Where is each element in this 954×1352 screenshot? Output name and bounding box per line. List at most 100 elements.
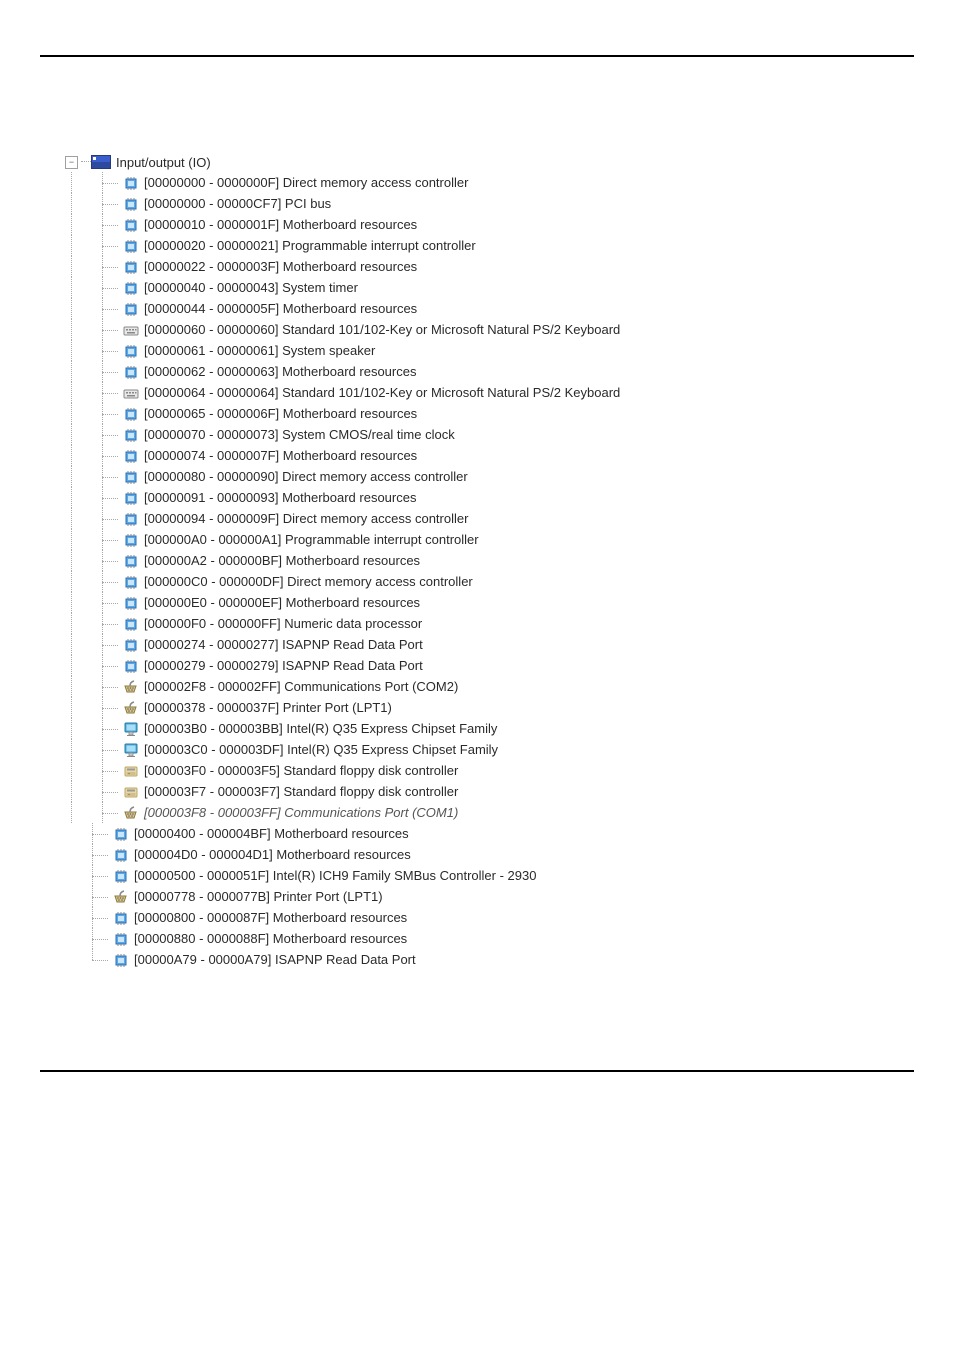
chip-icon	[123, 427, 139, 443]
tree-item[interactable]: [00000064 - 00000064] Standard 101/102-K…	[65, 382, 914, 403]
tree-item-label: [00000274 - 00000277] ISAPNP Read Data P…	[144, 637, 423, 652]
floppy-icon	[123, 784, 139, 800]
chip-icon	[123, 343, 139, 359]
chip-icon	[123, 616, 139, 632]
port-icon	[123, 700, 139, 716]
floppy-icon	[123, 763, 139, 779]
tree-item-label: [00000279 - 00000279] ISAPNP Read Data P…	[144, 658, 423, 673]
tree-item[interactable]: [000000C0 - 000000DF] Direct memory acce…	[65, 571, 914, 592]
chip-icon	[123, 364, 139, 380]
tree-item[interactable]: [00000022 - 0000003F] Motherboard resour…	[65, 256, 914, 277]
tree-item-label: [000002F8 - 000002FF] Communications Por…	[144, 679, 458, 694]
tree-item[interactable]: [00000000 - 0000000F] Direct memory acce…	[65, 172, 914, 193]
chip-icon	[123, 217, 139, 233]
tree-item-label: [00000080 - 00000090] Direct memory acce…	[144, 469, 468, 484]
collapse-icon[interactable]: −	[65, 156, 78, 169]
chip-icon	[123, 532, 139, 548]
chip-icon	[123, 238, 139, 254]
tree-item[interactable]: [00000500 - 0000051F] Intel(R) ICH9 Fami…	[65, 865, 914, 886]
tree-item-label: [000003B0 - 000003BB] Intel(R) Q35 Expre…	[144, 721, 497, 736]
tree-item[interactable]: [000002F8 - 000002FF] Communications Por…	[65, 676, 914, 697]
port-icon	[123, 805, 139, 821]
tree-item[interactable]: [000000A2 - 000000BF] Motherboard resour…	[65, 550, 914, 571]
tree-item-label: [000004D0 - 000004D1] Motherboard resour…	[134, 847, 411, 862]
tree-root-io[interactable]: − Input/output (IO)	[65, 152, 914, 172]
tree-item[interactable]: [00000A79 - 00000A79] ISAPNP Read Data P…	[65, 949, 914, 970]
tree-item[interactable]: [00000778 - 0000077B] Printer Port (LPT1…	[65, 886, 914, 907]
tree-item-label: [00000400 - 000004BF] Motherboard resour…	[134, 826, 409, 841]
tree-item[interactable]: [00000880 - 0000088F] Motherboard resour…	[65, 928, 914, 949]
tree-item[interactable]: [00000070 - 00000073] System CMOS/real t…	[65, 424, 914, 445]
chip-icon	[113, 910, 129, 926]
tree-item-label: [00000040 - 00000043] System timer	[144, 280, 358, 295]
tree-item-label: [00000800 - 0000087F] Motherboard resour…	[134, 910, 407, 925]
chip-icon	[123, 595, 139, 611]
chip-icon	[123, 196, 139, 212]
tree-item-label: [00000778 - 0000077B] Printer Port (LPT1…	[134, 889, 383, 904]
tree-item[interactable]: [000003C0 - 000003DF] Intel(R) Q35 Expre…	[65, 739, 914, 760]
tree-item[interactable]: [000003B0 - 000003BB] Intel(R) Q35 Expre…	[65, 718, 914, 739]
tree-item[interactable]: [00000010 - 0000001F] Motherboard resour…	[65, 214, 914, 235]
chip-icon	[123, 259, 139, 275]
chip-icon	[123, 406, 139, 422]
tree-item-label: [00000064 - 00000064] Standard 101/102-K…	[144, 385, 620, 400]
keyboard-icon	[123, 322, 139, 338]
tree-item-label: [000003F0 - 000003F5] Standard floppy di…	[144, 763, 458, 778]
tree-item[interactable]: [00000274 - 00000277] ISAPNP Read Data P…	[65, 634, 914, 655]
tree-item-label: [00000378 - 0000037F] Printer Port (LPT1…	[144, 700, 392, 715]
port-icon	[123, 679, 139, 695]
tree-item-label: [00000060 - 00000060] Standard 101/102-K…	[144, 322, 620, 337]
chip-icon	[123, 574, 139, 590]
tree-item-label: [00000070 - 00000073] System CMOS/real t…	[144, 427, 455, 442]
tree-item[interactable]: [00000040 - 00000043] System timer	[65, 277, 914, 298]
tree-item[interactable]: [00000400 - 000004BF] Motherboard resour…	[65, 823, 914, 844]
tree-item[interactable]: [00000378 - 0000037F] Printer Port (LPT1…	[65, 697, 914, 718]
chip-icon	[123, 511, 139, 527]
tree-item-label: [000000C0 - 000000DF] Direct memory acce…	[144, 574, 473, 589]
chip-icon	[123, 490, 139, 506]
tree-item-label: [00000A79 - 00000A79] ISAPNP Read Data P…	[134, 952, 416, 967]
display-icon	[123, 742, 139, 758]
chip-icon	[113, 868, 129, 884]
port-icon	[113, 889, 129, 905]
tree-item-label: [00000091 - 00000093] Motherboard resour…	[144, 490, 416, 505]
tree-item-label: [00000010 - 0000001F] Motherboard resour…	[144, 217, 417, 232]
tree-item[interactable]: [00000074 - 0000007F] Motherboard resour…	[65, 445, 914, 466]
chip-icon	[113, 952, 129, 968]
tree-item-label: [00000020 - 00000021] Programmable inter…	[144, 238, 476, 253]
tree-item[interactable]: [00000800 - 0000087F] Motherboard resour…	[65, 907, 914, 928]
chip-icon	[123, 280, 139, 296]
tree-item[interactable]: [000000E0 - 000000EF] Motherboard resour…	[65, 592, 914, 613]
chip-icon	[123, 469, 139, 485]
tree-item[interactable]: [00000062 - 00000063] Motherboard resour…	[65, 361, 914, 382]
tree-item[interactable]: [000000F0 - 000000FF] Numeric data proce…	[65, 613, 914, 634]
tree-item[interactable]: [00000279 - 00000279] ISAPNP Read Data P…	[65, 655, 914, 676]
tree-item-label: [00000061 - 00000061] System speaker	[144, 343, 375, 358]
tree-item[interactable]: [00000020 - 00000021] Programmable inter…	[65, 235, 914, 256]
tree-item-label: [00000022 - 0000003F] Motherboard resour…	[144, 259, 417, 274]
tree-item[interactable]: [00000060 - 00000060] Standard 101/102-K…	[65, 319, 914, 340]
tree-item[interactable]: [00000044 - 0000005F] Motherboard resour…	[65, 298, 914, 319]
device-resource-tree: − Input/output (IO) [00000000 - 0000000F…	[65, 152, 914, 970]
tree-item-label: [000003F7 - 000003F7] Standard floppy di…	[144, 784, 458, 799]
tree-item[interactable]: [000003F8 - 000003FF] Communications Por…	[65, 802, 914, 823]
tree-item-label: [00000000 - 00000CF7] PCI bus	[144, 196, 331, 211]
tree-item[interactable]: [00000080 - 00000090] Direct memory acce…	[65, 466, 914, 487]
tree-item[interactable]: [000003F7 - 000003F7] Standard floppy di…	[65, 781, 914, 802]
chip-icon	[113, 847, 129, 863]
io-category-icon	[91, 155, 111, 169]
tree-item[interactable]: [000003F0 - 000003F5] Standard floppy di…	[65, 760, 914, 781]
tree-item[interactable]: [000000A0 - 000000A1] Programmable inter…	[65, 529, 914, 550]
tree-item-label: [000000F0 - 000000FF] Numeric data proce…	[144, 616, 422, 631]
tree-item-label: [000000E0 - 000000EF] Motherboard resour…	[144, 595, 420, 610]
tree-item-label: [00000044 - 0000005F] Motherboard resour…	[144, 301, 417, 316]
chip-icon	[113, 931, 129, 947]
display-icon	[123, 721, 139, 737]
tree-item[interactable]: [00000091 - 00000093] Motherboard resour…	[65, 487, 914, 508]
chip-icon	[113, 826, 129, 842]
tree-item[interactable]: [00000065 - 0000006F] Motherboard resour…	[65, 403, 914, 424]
tree-item[interactable]: [00000094 - 0000009F] Direct memory acce…	[65, 508, 914, 529]
tree-item[interactable]: [000004D0 - 000004D1] Motherboard resour…	[65, 844, 914, 865]
tree-item[interactable]: [00000061 - 00000061] System speaker	[65, 340, 914, 361]
tree-item[interactable]: [00000000 - 00000CF7] PCI bus	[65, 193, 914, 214]
